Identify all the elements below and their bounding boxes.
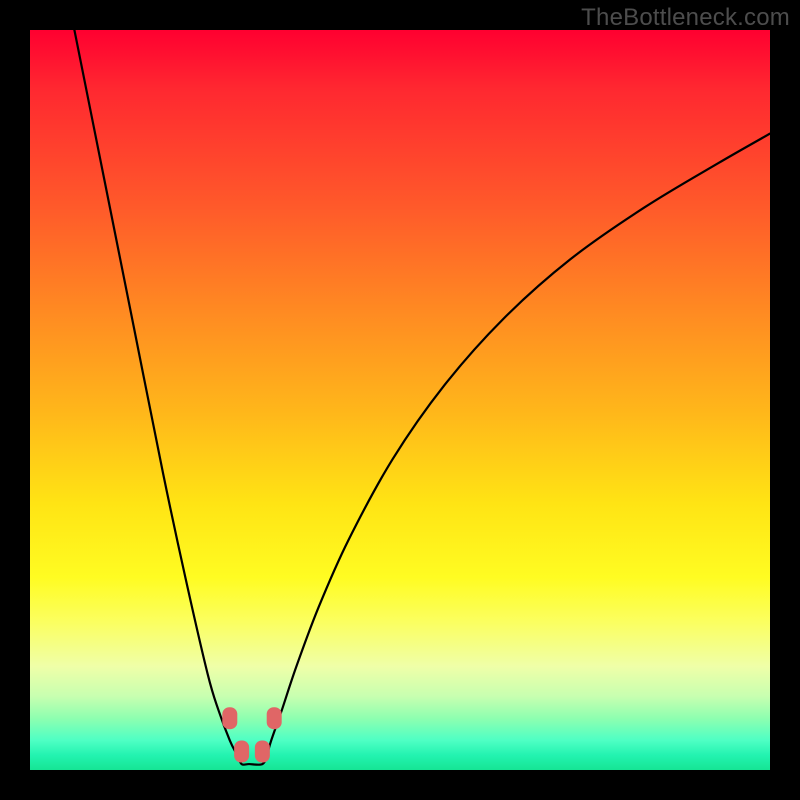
curve-marker [267, 707, 282, 729]
curve-layer [30, 30, 770, 770]
plot-area [30, 30, 770, 770]
bottleneck-curve [74, 30, 770, 765]
figure-frame: TheBottleneck.com [0, 0, 800, 800]
watermark-text: TheBottleneck.com [581, 4, 790, 32]
curve-marker [222, 707, 237, 729]
curve-marker [234, 741, 249, 763]
curve-marker [255, 741, 270, 763]
